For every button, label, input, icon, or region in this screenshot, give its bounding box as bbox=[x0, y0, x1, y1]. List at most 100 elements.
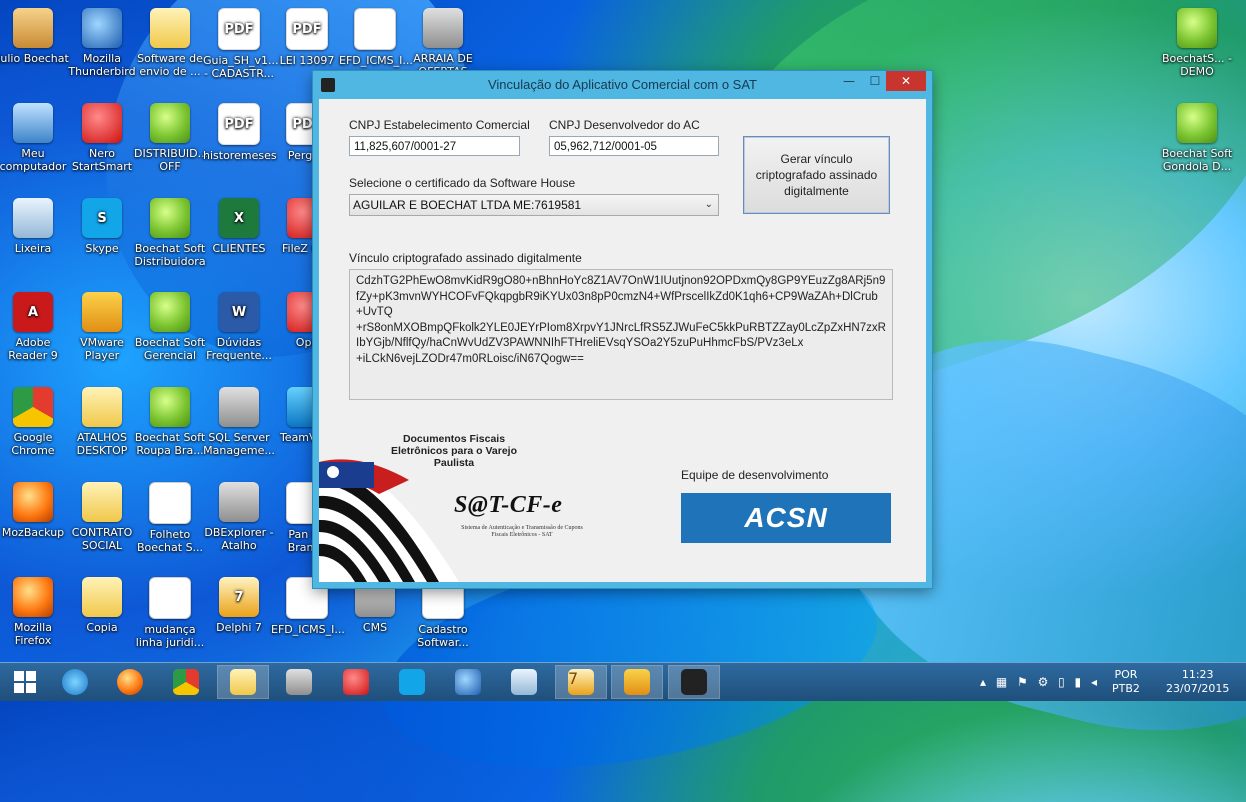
desktop-icon-copia[interactable]: Copia bbox=[66, 577, 138, 634]
desktop-icon-boechat-distribuidora[interactable]: Boechat Soft Distribuidora bbox=[134, 198, 206, 268]
taskbar-sat-app[interactable] bbox=[668, 665, 720, 699]
clock[interactable]: 11:23 23/07/2015 bbox=[1166, 668, 1229, 696]
desktop-icon-lixeira[interactable]: Lixeira bbox=[0, 198, 69, 255]
desktop-icon-mozbackup[interactable]: MozBackup bbox=[0, 482, 69, 539]
user-icon bbox=[13, 8, 53, 48]
desktop-icon-meu-computador[interactable]: Meu computador bbox=[0, 103, 69, 173]
cnpj-desenvolvedor-field[interactable]: 05,962,712/0001-05 bbox=[549, 136, 719, 156]
desktop-icon-software-envio[interactable]: Software de envio de ... bbox=[134, 8, 206, 78]
desktop-icon-distribuid-off[interactable]: DISTRIBUID... OFF bbox=[134, 103, 208, 173]
desktop-icon-dbexplorer[interactable]: DBExplorer - Atalho bbox=[203, 482, 275, 552]
boechat-soft-icon bbox=[150, 292, 190, 332]
desktop-icon-efd-icms[interactable]: EFD_ICMS_I... bbox=[339, 8, 413, 67]
desktop-icon-thunderbird[interactable]: Mozilla Thunderbird bbox=[66, 8, 138, 78]
desktop-icon-skype[interactable]: S Skype bbox=[66, 198, 138, 255]
chevron-down-icon: ⌄ bbox=[704, 199, 713, 210]
close-button[interactable]: ✕ bbox=[886, 71, 926, 91]
sql-server-icon bbox=[219, 387, 259, 427]
taskbar-opera[interactable] bbox=[331, 666, 381, 698]
minimize-button[interactable]: — bbox=[836, 71, 862, 91]
chrome-icon bbox=[173, 669, 199, 695]
sat-subtitle: Sistema de Autenticação e Transmissão de… bbox=[461, 525, 583, 538]
desktop-icon-lei-13097[interactable]: PDF LEI 13097 bbox=[271, 8, 343, 67]
excel-icon: X bbox=[219, 198, 259, 238]
document-icon bbox=[149, 577, 191, 619]
folder-icon bbox=[82, 482, 122, 522]
dialog-titlebar[interactable]: Vinculação do Aplicativo Comercial com o… bbox=[313, 71, 932, 99]
sat-caption: Documentos Fiscais Eletrônicos para o Va… bbox=[390, 433, 518, 469]
desktop-icon-sql-server[interactable]: SQL Server Manageme... bbox=[203, 387, 275, 457]
desktop-icon-boechat-roupa[interactable]: Boechat Soft Roupa Bra... bbox=[134, 387, 206, 457]
cnpj-estabelecimento-label: CNPJ Estabelecimento Comercial bbox=[349, 118, 530, 132]
recycle-bin-icon bbox=[13, 198, 53, 238]
desktop-icon-boechat-gerencial[interactable]: Boechat Soft Gerencial bbox=[134, 292, 206, 362]
boechat-soft-icon bbox=[1177, 8, 1217, 48]
clock-date: 23/07/2015 bbox=[1166, 682, 1230, 695]
taskbar: 7 ▴ ▦ ⚑ ⚙ ▯ ▮ ◂ POR PTB2 11:23 23/07/201… bbox=[0, 662, 1246, 701]
pdf-icon: PDF bbox=[218, 8, 260, 50]
document-icon bbox=[354, 8, 396, 50]
desktop-icon-atalhos[interactable]: ATALHOS DESKTOP bbox=[66, 387, 138, 457]
skype-icon: S bbox=[82, 198, 122, 238]
clock-time: 11:23 bbox=[1181, 668, 1214, 681]
desktop-icon-guia-sh[interactable]: PDF Guia_SH_v1... - CADASTR... bbox=[203, 8, 279, 80]
sat-link-dialog: Vinculação do Aplicativo Comercial com o… bbox=[313, 71, 932, 588]
boechat-soft-icon bbox=[150, 103, 190, 143]
folder-icon bbox=[82, 387, 122, 427]
maximize-button[interactable]: ☐ bbox=[862, 71, 888, 91]
vmware-icon bbox=[82, 292, 122, 332]
taskbar-delphi[interactable]: 7 bbox=[555, 665, 607, 699]
sat-cfe-logo: S@T-CF-e bbox=[454, 492, 563, 518]
taskbar-firefox[interactable] bbox=[105, 666, 155, 698]
desktop-icon-historemeses[interactable]: PDF historemeses bbox=[203, 103, 277, 162]
desktop-icon-nero[interactable]: Nero StartSmart bbox=[66, 103, 138, 173]
adobe-reader-icon: A bbox=[13, 292, 53, 332]
start-button[interactable] bbox=[0, 666, 50, 698]
desktop-icon-duvidas[interactable]: W Dúvidas Frequente... bbox=[203, 292, 275, 362]
team-label: Equipe de desenvolvimento bbox=[681, 468, 829, 482]
cnpj-estabelecimento-field[interactable]: 11,825,607/0001-27 bbox=[349, 136, 520, 156]
desktop-icon-arraia[interactable]: ARRAIA DE OFERTAS bbox=[407, 8, 479, 78]
desktop-icon-julio-boechat[interactable]: Julio Boechat bbox=[0, 8, 69, 65]
desktop-icon-boechat-gondola[interactable]: Boechat Soft Gondola D... bbox=[1161, 103, 1233, 173]
computer-icon bbox=[13, 103, 53, 143]
word-icon: W bbox=[219, 292, 259, 332]
internet-explorer-icon bbox=[62, 669, 88, 695]
taskbar-skype[interactable] bbox=[387, 666, 437, 698]
taskbar-thunderbird[interactable] bbox=[443, 666, 493, 698]
language-indicator[interactable]: POR PTB2 bbox=[1112, 668, 1140, 696]
mozbackup-icon bbox=[13, 482, 53, 522]
desktop-icon-adobe-reader[interactable]: A Adobe Reader 9 bbox=[0, 292, 69, 362]
firefox-icon bbox=[13, 577, 53, 617]
pdf-icon: PDF bbox=[218, 103, 260, 145]
taskbar-ie[interactable] bbox=[50, 666, 100, 698]
boechat-soft-icon bbox=[150, 198, 190, 238]
desktop-icon-vmware[interactable]: VMware Player bbox=[66, 292, 138, 362]
chrome-icon bbox=[13, 387, 53, 427]
certificate-select[interactable]: AGUILAR E BOECHAT LTDA ME:7619581 ⌄ bbox=[349, 194, 719, 216]
taskbar-explorer[interactable] bbox=[217, 665, 269, 699]
delphi-icon: 7 bbox=[568, 669, 594, 695]
folder-icon bbox=[150, 8, 190, 48]
desktop-icon-google-chrome[interactable]: Google Chrome bbox=[0, 387, 69, 457]
document-icon bbox=[149, 482, 191, 524]
desktop-icon-mozilla-firefox[interactable]: Mozilla Firefox bbox=[0, 577, 69, 647]
delphi-icon: 7 bbox=[219, 577, 259, 617]
cnpj-desenvolvedor-label: CNPJ Desenvolvedor do AC bbox=[549, 118, 700, 132]
tray-icons[interactable]: ▴ ▦ ⚑ ⚙ ▯ ▮ ◂ bbox=[980, 675, 1100, 689]
tools-icon bbox=[286, 669, 312, 695]
signature-textarea[interactable]: CdzhTG2PhEwO8mvKidR9gO80+nBhnHoYc8Z1AV7O… bbox=[349, 269, 893, 400]
taskbar-chrome[interactable] bbox=[161, 666, 211, 698]
desktop-icon-folheto[interactable]: Folheto Boechat S... bbox=[134, 482, 206, 554]
taskbar-tools[interactable] bbox=[274, 666, 324, 698]
desktop-icon-clientes[interactable]: X CLIENTES bbox=[203, 198, 275, 255]
database-icon bbox=[219, 482, 259, 522]
taskbar-paint[interactable] bbox=[611, 665, 663, 699]
desktop-icon-boechats-demo[interactable]: BoechatS... - DEMO bbox=[1161, 8, 1233, 78]
taskbar-notes[interactable] bbox=[499, 666, 549, 698]
desktop-icon-contrato-social[interactable]: CONTRATO SOCIAL bbox=[66, 482, 138, 552]
desktop-icon-mudanca[interactable]: mudança linha juridi... bbox=[134, 577, 206, 649]
generate-link-button[interactable]: Gerar vínculo criptografado assinado dig… bbox=[743, 136, 890, 214]
certificate-selected-value: AGUILAR E BOECHAT LTDA ME:7619581 bbox=[353, 198, 582, 212]
desktop-icon-delphi[interactable]: 7 Delphi 7 bbox=[203, 577, 275, 634]
